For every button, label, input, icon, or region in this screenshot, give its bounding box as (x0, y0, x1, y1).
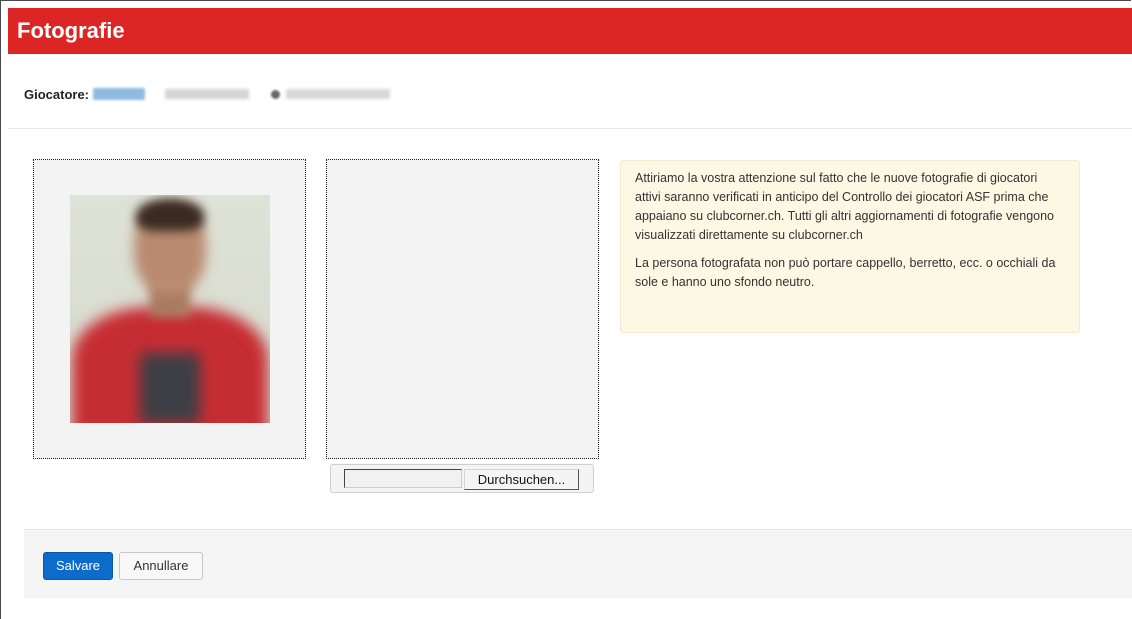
player-id-badge-redacted (93, 88, 146, 100)
current-photo-frame (33, 159, 306, 459)
new-photo-dropzone[interactable] (326, 159, 599, 459)
player-birthdate-redacted (286, 89, 391, 99)
player-info: Giocatore: (24, 84, 391, 104)
player-photo (70, 195, 270, 423)
page-title: Fotografie (17, 18, 125, 43)
page-header: Fotografie (8, 8, 1132, 54)
notice-paragraph-2: La persona fotografata non può portare c… (635, 256, 1056, 289)
form-footer: Salvare Annullare (24, 529, 1132, 598)
file-upload-control[interactable]: Durchsuchen... (330, 464, 594, 493)
notice-paragraph-1: Attiriamo la vostra attenzione sul fatto… (635, 171, 1055, 242)
cancel-button[interactable]: Annullare (119, 552, 203, 580)
divider (8, 128, 1132, 129)
player-label: Giocatore: (24, 86, 90, 102)
player-name-redacted (165, 89, 250, 99)
save-button[interactable]: Salvare (43, 552, 113, 580)
browse-button[interactable]: Durchsuchen... (464, 469, 579, 490)
birthdate-icon (271, 89, 281, 99)
file-path-field[interactable] (344, 469, 462, 488)
photo-notice: Attiriamo la vostra attenzione sul fatto… (620, 160, 1080, 333)
photo-shirt-print (140, 353, 200, 423)
photo-hair (136, 199, 204, 231)
